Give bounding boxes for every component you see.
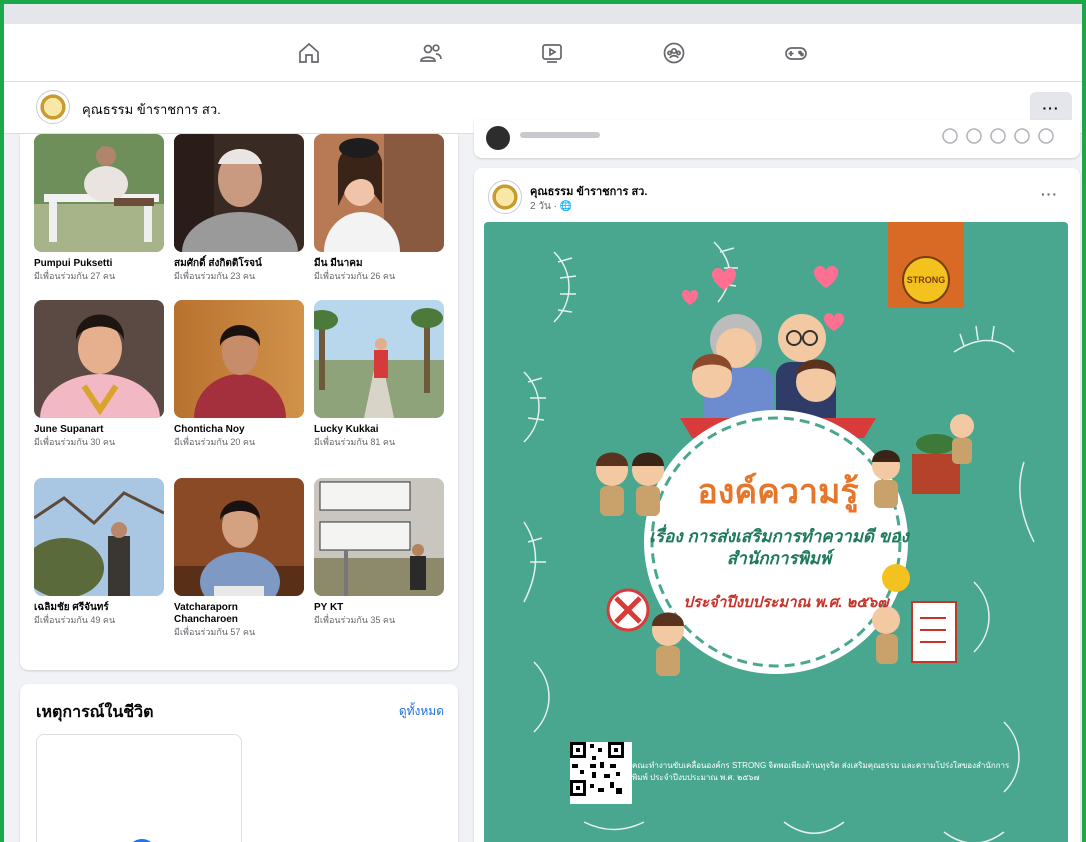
friend-mutual-count: มีเพื่อนร่วมกัน 20 คน xyxy=(174,437,256,447)
friend-photo[interactable] xyxy=(34,300,164,418)
post-more-button[interactable]: ··· xyxy=(1041,186,1058,202)
friend-tile[interactable]: สมศักดิ์ ส่งกิตติโรจน์ มีเพื่อนร่วมกัน 2… xyxy=(174,134,304,282)
poster-fiscal-year: ประจำปีงบประมาณ พ.ศ. ๒๕๖๗ xyxy=(683,594,889,611)
friend-tile[interactable]: มีน มีนาคม มีเพื่อนร่วมกัน 26 คน xyxy=(314,134,444,282)
friend-tile[interactable]: June Supanart มีเพื่อนร่วมกัน 30 คน xyxy=(34,300,164,448)
friend-tile[interactable]: Pumpui Puksetti มีเพื่อนร่วมกัน 27 คน xyxy=(34,134,164,282)
post-author-name[interactable]: คุณธรรม ข้าราชการ สว. xyxy=(530,182,647,200)
page-name[interactable]: คุณธรรม ข้าราชการ สว. xyxy=(82,99,221,120)
friend-tile[interactable]: เฉลิมชัย ศรีจันทร์ มีเพื่อนร่วมกัน 49 คน xyxy=(34,478,164,626)
screenshot-frame: คุณธรรม ข้าราชการ สว. ··· Pumpui Puksett… xyxy=(0,0,1086,842)
friend-tile[interactable]: Vatcharaporn Chancharoen มีเพื่อนร่วมกัน… xyxy=(174,478,304,638)
friend-mutual-count: มีเพื่อนร่วมกัน 27 คน xyxy=(34,271,116,281)
friend-photo[interactable] xyxy=(314,134,444,252)
friend-tile[interactable]: Chonticha Noy มีเพื่อนร่วมกัน 20 คน xyxy=(174,300,304,448)
friend-mutual-count: มีเพื่อนร่วมกัน 23 คน xyxy=(174,271,256,281)
friend-mutual-count: มีเพื่อนร่วมกัน 30 คน xyxy=(34,437,116,447)
poster-footer-text: คณะทำงานขับเคลื่อนองค์กร STRONG จิตพอเพี… xyxy=(632,761,1010,782)
groups-icon[interactable] xyxy=(659,38,689,68)
page-avatar[interactable] xyxy=(36,90,70,124)
friend-photo[interactable] xyxy=(174,300,304,418)
friend-mutual-count: มีเพื่อนร่วมกัน 26 คน xyxy=(314,271,396,281)
friend-tile[interactable]: Lucky Kukkai มีเพื่อนร่วมกัน 81 คน xyxy=(314,300,444,448)
friend-mutual-count: มีเพื่อนร่วมกัน 57 คน xyxy=(174,627,256,637)
friend-name[interactable]: Chonticha Noy xyxy=(174,424,304,436)
friend-photo[interactable] xyxy=(174,134,304,252)
friend-photo[interactable] xyxy=(34,134,164,252)
friend-name[interactable]: Vatcharaporn Chancharoen xyxy=(174,602,304,626)
friends-card: Pumpui Puksetti มีเพื่อนร่วมกัน 27 คน สม… xyxy=(20,134,458,670)
friend-mutual-count: มีเพื่อนร่วมกัน 35 คน xyxy=(314,615,396,625)
life-event-item[interactable] xyxy=(36,734,242,842)
strong-logo: STRONG xyxy=(902,256,950,304)
gaming-icon[interactable] xyxy=(781,38,811,68)
composer-card-partial xyxy=(474,120,1080,158)
friend-name[interactable]: สมศักดิ์ ส่งกิตติโรจน์ xyxy=(174,258,304,270)
qr-code xyxy=(570,742,632,804)
qr-code-graphic xyxy=(570,742,624,796)
friend-photo[interactable] xyxy=(174,478,304,596)
life-events-see-all-link[interactable]: ดูทั้งหมด xyxy=(399,702,444,721)
poster-title: องค์ความรู้ xyxy=(697,473,859,511)
home-icon[interactable] xyxy=(294,38,324,68)
friend-mutual-count: มีเพื่อนร่วมกัน 81 คน xyxy=(314,437,396,447)
composer-partial-graphic xyxy=(486,126,1054,150)
life-events-title: เหตุการณ์ในชีวิต xyxy=(36,704,154,721)
friend-photo[interactable] xyxy=(34,478,164,596)
friends-icon[interactable] xyxy=(416,38,446,68)
life-events-card: เหตุการณ์ในชีวิต ดูทั้งหมด xyxy=(20,684,458,842)
friend-name[interactable]: มีน มีนาคม xyxy=(314,258,444,270)
top-navigation-bar xyxy=(4,24,1082,82)
friend-mutual-count: มีเพื่อนร่วมกัน 49 คน xyxy=(34,615,116,625)
watch-icon[interactable] xyxy=(537,38,567,68)
post-timestamp[interactable]: 2 วัน · 🌐 xyxy=(530,199,572,214)
friend-tile[interactable]: PY KT มีเพื่อนร่วมกัน 35 คน xyxy=(314,478,444,626)
friend-photo[interactable] xyxy=(314,300,444,418)
top-strip xyxy=(4,4,1082,24)
post-image[interactable]: STRONG องค์ความรู้ เรื่อง การส่งเสริมการ… xyxy=(484,222,1068,842)
friend-name[interactable]: June Supanart xyxy=(34,424,164,436)
post-card: คุณธรรม ข้าราชการ สว. 2 วัน · 🌐 ··· STRO… xyxy=(474,168,1080,842)
friend-name[interactable]: PY KT xyxy=(314,602,444,614)
friend-name[interactable]: เฉลิมชัย ศรีจันทร์ xyxy=(34,602,164,614)
friend-name[interactable]: Pumpui Puksetti xyxy=(34,258,164,270)
friend-photo[interactable] xyxy=(314,478,444,596)
friend-name[interactable]: Lucky Kukkai xyxy=(314,424,444,436)
post-author-avatar[interactable] xyxy=(488,180,522,214)
poster-subtitle: เรื่อง การส่งเสริมการทำความดี ของสำนักกา… xyxy=(649,527,909,568)
